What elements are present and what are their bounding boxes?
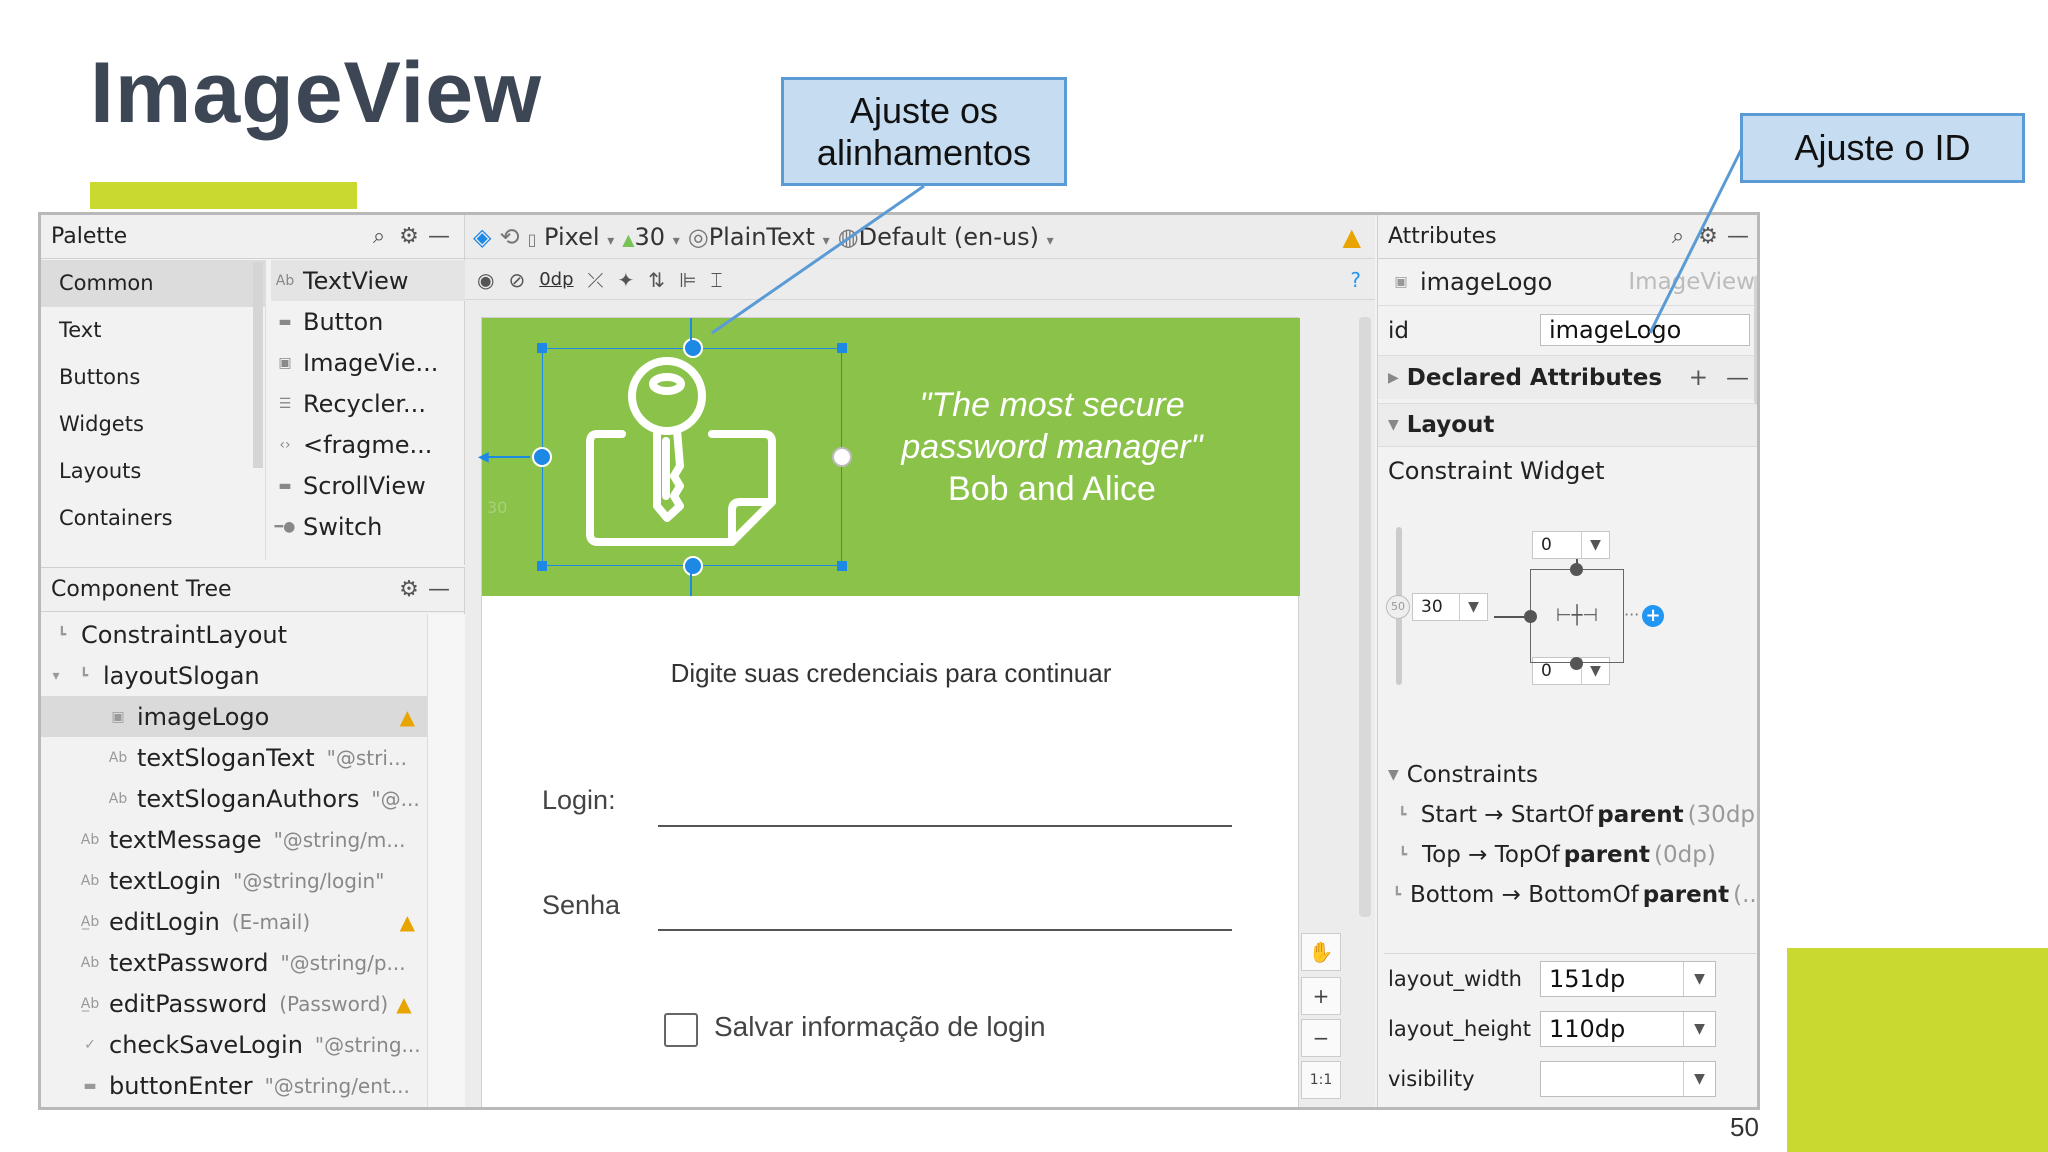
align-leader-line [711,184,925,335]
callout-align: Ajuste os alinhamentos [781,77,1067,186]
id-leader-line [1648,147,1744,334]
callout-id: Ajuste o ID [1740,113,2025,183]
